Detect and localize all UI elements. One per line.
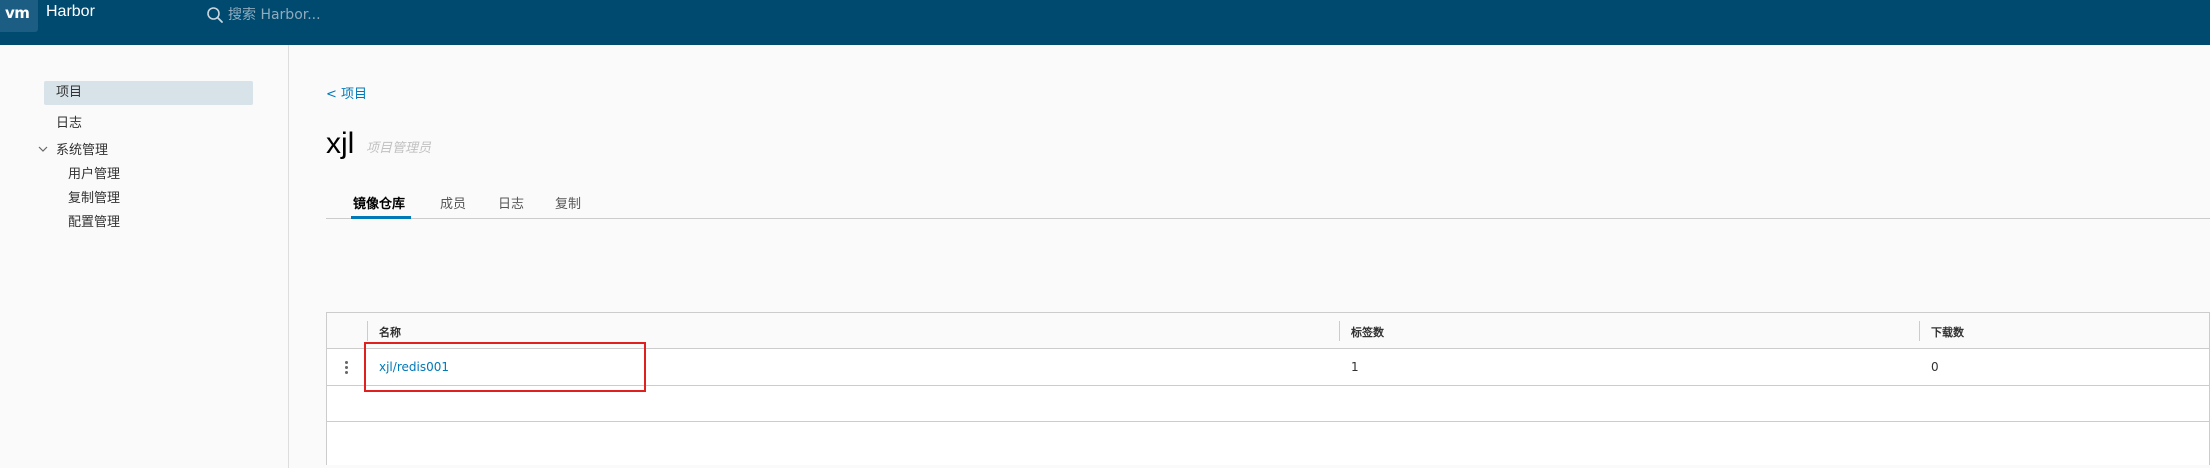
global-search[interactable] bbox=[206, 4, 468, 26]
column-header-name[interactable]: 名称 bbox=[379, 324, 401, 340]
search-icon bbox=[207, 7, 223, 23]
repository-name-link[interactable]: xjl/redis001 bbox=[379, 360, 449, 374]
table-row[interactable]: xjl/redis001 1 0 bbox=[327, 349, 2209, 386]
project-tabs: 镜像仓库 成员 日志 复制 bbox=[326, 185, 2210, 219]
repository-table: 名称 标签数 下载数 xjl/redis001 1 0 bbox=[326, 312, 2210, 465]
chevron-down-icon bbox=[38, 146, 48, 152]
sidebar-item-logs[interactable]: 日志 bbox=[56, 112, 82, 131]
tab-members[interactable]: 成员 bbox=[440, 193, 466, 212]
sidebar-item-label: 项目 bbox=[56, 85, 83, 100]
active-tab-indicator bbox=[351, 216, 411, 219]
sidebar-group-label: 系统管理 bbox=[56, 143, 109, 158]
main-content: < 项目 xjl 项目管理员 镜像仓库 成员 日志 复制 名称 标签数 下载数 … bbox=[290, 45, 2210, 468]
tab-logs[interactable]: 日志 bbox=[498, 193, 524, 212]
column-divider bbox=[367, 321, 368, 341]
app-title[interactable]: Harbor bbox=[46, 3, 95, 21]
sidebar-item-label: 用户管理 bbox=[68, 167, 121, 182]
table-empty-row bbox=[327, 386, 2209, 422]
sidebar-item-label: 日志 bbox=[56, 116, 83, 131]
download-count: 0 bbox=[1931, 360, 1939, 374]
sidebar-item-user-management[interactable]: 用户管理 bbox=[68, 163, 120, 182]
column-header-downloads[interactable]: 下载数 bbox=[1931, 324, 1964, 340]
sidebar-item-projects[interactable]: 项目 bbox=[44, 81, 253, 105]
project-role-label: 项目管理员 bbox=[366, 141, 432, 156]
back-to-projects-link[interactable]: < 项目 bbox=[326, 83, 367, 102]
top-nav-header: vm Harbor bbox=[0, 0, 2210, 45]
sidebar-item-label: 复制管理 bbox=[68, 191, 121, 206]
column-header-tags[interactable]: 标签数 bbox=[1351, 324, 1384, 340]
column-divider[interactable] bbox=[1919, 321, 1920, 341]
row-actions-menu-icon[interactable] bbox=[341, 359, 351, 377]
sidebar-group-admin[interactable]: 系统管理 bbox=[38, 139, 108, 158]
logo-text: vm bbox=[5, 4, 30, 22]
sidebar-item-configuration[interactable]: 配置管理 bbox=[68, 211, 120, 230]
tab-repositories[interactable]: 镜像仓库 bbox=[353, 193, 405, 212]
search-input[interactable] bbox=[228, 7, 468, 23]
vmware-logo[interactable]: vm bbox=[0, 0, 38, 32]
sidebar-item-replication-management[interactable]: 复制管理 bbox=[68, 187, 120, 206]
table-header: 名称 标签数 下载数 bbox=[327, 313, 2209, 349]
sidebar-item-label: 配置管理 bbox=[68, 215, 121, 230]
table-footer bbox=[327, 423, 2209, 465]
column-divider[interactable] bbox=[1339, 321, 1340, 341]
tab-replication[interactable]: 复制 bbox=[555, 193, 581, 212]
tag-count: 1 bbox=[1351, 360, 1359, 374]
page-title: xjl bbox=[326, 127, 355, 160]
sidebar: 项目 日志 系统管理 用户管理 复制管理 配置管理 bbox=[0, 45, 289, 468]
